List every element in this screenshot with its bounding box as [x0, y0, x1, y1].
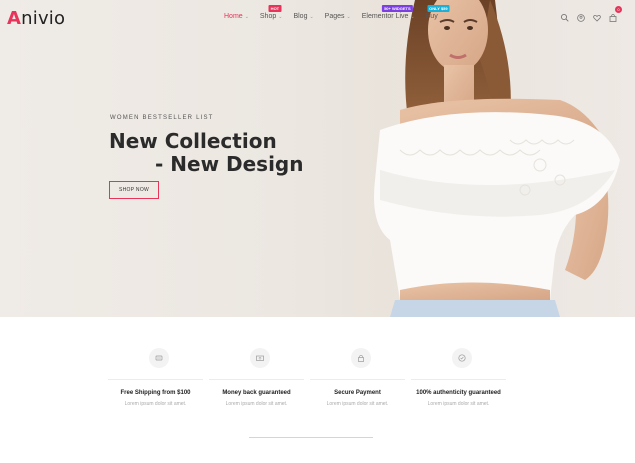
nav-item-label: Shop — [259, 13, 277, 20]
nav-item-buy[interactable]: Buy ONLY $59 — [425, 5, 450, 20]
site-logo[interactable]: Anivio — [7, 8, 65, 29]
badge-check-icon — [451, 348, 472, 368]
site-header: Anivio Home ⌄ Shop ⌄ HOT Blog ⌄ Pages ⌄ Elementor… — [0, 0, 635, 34]
shop-now-button[interactable]: SHOP NOW — [109, 181, 159, 199]
nav-item-label: Home — [224, 13, 243, 20]
user-icon[interactable] — [576, 10, 586, 22]
feature-title: Secure Payment — [334, 390, 381, 396]
nav-item-home[interactable]: Home ⌄ — [224, 13, 249, 20]
nav-item-label: Elementor Live — [361, 13, 409, 20]
features-row: Free Shipping from $100 Lorem ipsum dolor… — [108, 348, 512, 418]
feature-title: 100% authenticity guaranteed — [416, 390, 501, 396]
nav-badge: HOT — [268, 5, 282, 12]
nav-item-shop[interactable]: Shop ⌄ HOT — [259, 5, 283, 20]
feature-item: Free Shipping from $100 Lorem ipsum dolor… — [108, 348, 209, 418]
feature-subtitle: Lorem ipsum dolor sit amet. — [326, 401, 389, 407]
cart-count-badge: 0 — [615, 6, 622, 13]
nav-item-elementor-live[interactable]: Elementor Live ⌄ 50+ WIDGETS — [361, 5, 415, 20]
nav-item-label: Blog — [293, 13, 308, 20]
nav-item-label: Pages — [324, 13, 345, 20]
money-icon — [249, 348, 270, 368]
feature-item: Money back guaranteed Lorem ipsum dolor s… — [209, 348, 310, 418]
main-nav: Home ⌄ Shop ⌄ HOT Blog ⌄ Pages ⌄ Elementor Live ⌄ 5… — [224, 5, 450, 20]
chevron-down-icon: ⌄ — [309, 14, 314, 20]
search-icon[interactable] — [560, 10, 570, 22]
feature-title: Free Shipping from $100 — [120, 390, 191, 396]
feature-item: Secure Payment Lorem ipsum dolor sit amet… — [310, 348, 411, 418]
feature-divider — [310, 379, 405, 380]
hero-eyebrow: WOMEN BESTSELLER LIST — [110, 115, 214, 121]
hero-model-image — [374, 0, 620, 317]
feature-item: 100% authenticity guaranteed Lorem ipsum … — [411, 348, 512, 418]
nav-item-blog[interactable]: Blog ⌄ — [293, 13, 313, 20]
feature-subtitle: Lorem ipsum dolor sit amet. — [225, 401, 288, 407]
feature-subtitle: Lorem ipsum dolor sit amet. — [124, 401, 187, 407]
nav-item-pages[interactable]: Pages ⌄ — [325, 13, 351, 20]
nav-badge: 50+ WIDGETS — [382, 5, 413, 12]
chevron-down-icon: ⌄ — [410, 14, 415, 20]
feature-subtitle: Lorem ipsum dolor sit amet. — [427, 401, 490, 407]
lock-icon — [350, 348, 371, 368]
heart-icon[interactable] — [592, 10, 602, 22]
hero-title-line2: - New Design — [155, 152, 304, 176]
feature-divider — [411, 379, 506, 380]
hero-title-line1: New Collection — [109, 129, 277, 153]
section-divider — [249, 437, 373, 438]
chevron-down-icon: ⌄ — [278, 14, 283, 20]
nav-item-label: Buy — [425, 13, 438, 20]
feature-divider — [209, 379, 304, 380]
header-icons: 0 — [554, 6, 622, 22]
feature-title: Money back guaranteed — [222, 390, 291, 396]
hero-banner: Anivio Home ⌄ Shop ⌄ HOT Blog ⌄ Pages ⌄ Elementor… — [0, 0, 635, 317]
feature-divider — [108, 379, 203, 380]
truck-icon — [148, 348, 169, 368]
chevron-down-icon: ⌄ — [244, 14, 249, 20]
nav-badge: ONLY $59 — [427, 5, 450, 12]
cart-icon[interactable]: 0 — [608, 6, 622, 22]
chevron-down-icon: ⌄ — [346, 14, 351, 20]
